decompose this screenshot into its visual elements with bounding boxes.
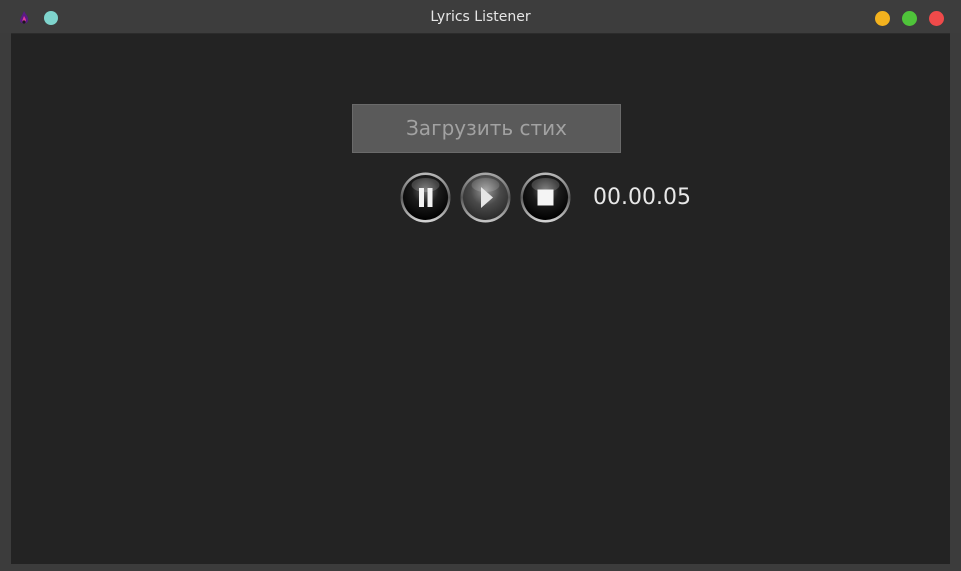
close-dot-icon[interactable] (929, 11, 944, 26)
window-title: Lyrics Listener (430, 9, 531, 25)
load-poem-button[interactable]: Загрузить стих (352, 104, 621, 153)
playback-timer: 00.00.05 (593, 185, 691, 210)
stop-button[interactable] (520, 172, 571, 223)
title-bar[interactable]: Lyrics Listener (0, 0, 961, 33)
play-icon (460, 172, 511, 223)
maximize-dot-icon[interactable] (902, 11, 917, 26)
pause-button[interactable] (400, 172, 451, 223)
pause-icon (400, 172, 451, 223)
stop-icon (520, 172, 571, 223)
minimize-dot-icon[interactable] (875, 11, 890, 26)
app-window: Lyrics Listener Загрузить стих 00.00.05 (0, 0, 961, 571)
main-content: Загрузить стих 00.00.05 (11, 33, 950, 564)
play-button[interactable] (460, 172, 511, 223)
